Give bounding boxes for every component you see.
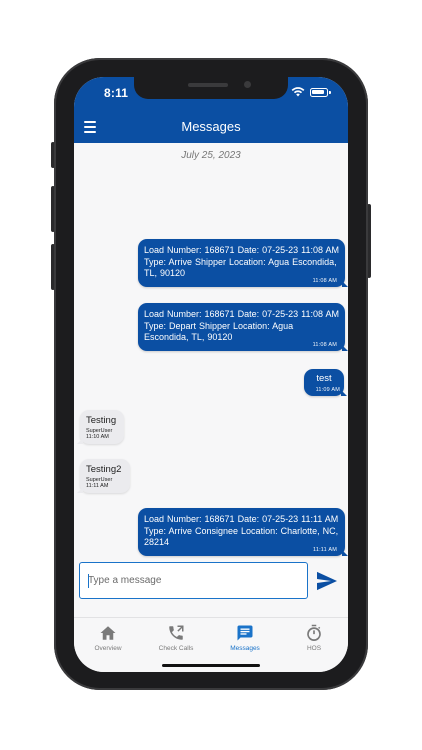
front-camera: [244, 81, 251, 88]
message-text: test: [316, 373, 332, 384]
tab-label: Messages: [230, 645, 260, 652]
incoming-message[interactable]: Testing2 SuperUser 11:11 AM: [77, 459, 130, 493]
message-time: 11:11 AM: [312, 547, 337, 553]
tab-label: HOS: [306, 645, 322, 652]
app-store-frame: 8:11 Messages July 25, 2023 Load Number:…: [0, 0, 422, 750]
tab-label: Overview: [94, 645, 122, 652]
outgoing-message[interactable]: Load Number: 168671 Date: 07-25-23 11:11…: [138, 508, 348, 556]
message-text: Load Number: 168671 Date: 07-25-23 11:11…: [144, 514, 339, 547]
message-time: 11:08 AM: [312, 342, 337, 348]
message-text: Testing: [86, 415, 117, 426]
tab-overview[interactable]: Overview: [74, 624, 142, 654]
incoming-message[interactable]: Testing SuperUser 11:10 AM: [77, 410, 124, 444]
status-icons: [291, 87, 331, 97]
tab-messages[interactable]: Messages: [211, 624, 279, 654]
tab-check-calls[interactable]: Check Calls: [142, 624, 210, 654]
tab-hos[interactable]: HOS: [280, 624, 348, 654]
tab-label: Check Calls: [158, 645, 194, 652]
message-time: 11:08 AM: [312, 278, 337, 284]
message-thread[interactable]: July 25, 2023 Load Number: 168671 Date: …: [74, 143, 348, 559]
status-time: 8:11: [104, 86, 129, 100]
page-title: Messages: [181, 119, 241, 134]
speaker-grille: [188, 83, 228, 87]
message-input-box[interactable]: [79, 562, 308, 599]
message-time: 11:09 AM: [315, 387, 340, 393]
phone-screen: 8:11 Messages July 25, 2023 Load Number:…: [74, 77, 348, 672]
message-input[interactable]: [80, 563, 307, 598]
message-text: Load Number: 168671 Date: 07-25-23 11:08…: [144, 309, 339, 342]
phone-call-icon: [169, 625, 184, 640]
thread-date: July 25, 2023: [181, 150, 241, 161]
text-caret: [88, 574, 89, 588]
notch: [134, 77, 288, 99]
home-indicator: [162, 664, 260, 667]
message-text: Testing2: [86, 464, 122, 475]
timer-icon: [307, 624, 321, 641]
message-icon: [237, 625, 253, 641]
outgoing-message[interactable]: Load Number: 168671 Date: 07-25-23 11:08…: [138, 303, 348, 351]
message-text: Load Number: 168671 Date: 07-25-23 11:08…: [144, 245, 339, 278]
app-bar: Messages: [74, 111, 348, 143]
message-time: 11:11 AM: [86, 482, 109, 489]
status-bar: 8:11: [74, 77, 348, 111]
battery-icon: [310, 87, 331, 97]
send-icon[interactable]: [316, 571, 338, 591]
wifi-icon: [291, 87, 305, 97]
home-icon: [100, 626, 116, 640]
outgoing-message[interactable]: Load Number: 168671 Date: 07-25-23 11:08…: [138, 239, 348, 287]
message-time: 11:10 AM: [86, 433, 109, 440]
outgoing-message[interactable]: test 11:09 AM: [304, 369, 347, 396]
